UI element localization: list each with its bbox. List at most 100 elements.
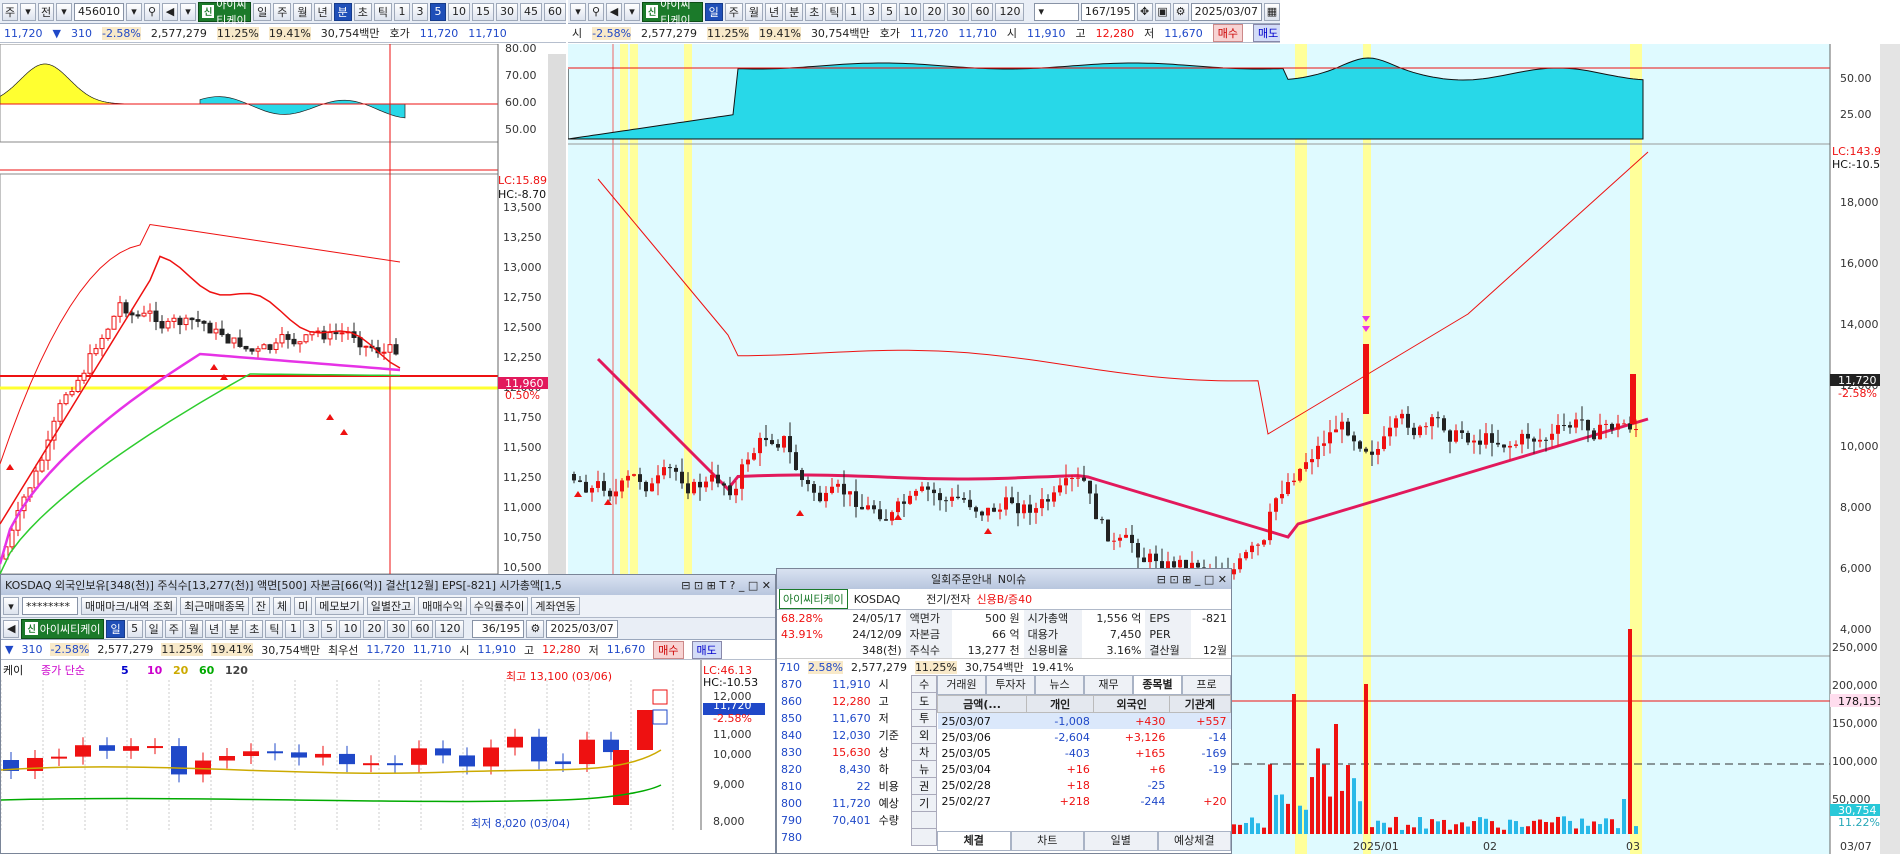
order-book-row[interactable]: 820 8,430 하 뉴	[777, 760, 937, 778]
chevron-down-icon[interactable]: ▾	[180, 2, 196, 21]
bottom-tab-0[interactable]: 체결	[937, 831, 1011, 851]
interval-5[interactable]: 30	[496, 2, 518, 21]
date-input[interactable]: 2025/03/07	[546, 619, 618, 638]
chevron-down-icon[interactable]: ▾	[126, 2, 142, 21]
password-field[interactable]: ********	[22, 597, 78, 615]
flow-header[interactable]: 외국인	[1093, 695, 1170, 713]
mid-button-4[interactable]: 미	[294, 597, 313, 615]
order-book-row[interactable]: 870 11,910 시 수	[777, 675, 937, 693]
flow-header[interactable]: 금액(...	[937, 695, 1027, 713]
bottom-tab-1[interactable]: 차트	[1010, 831, 1084, 851]
period-1[interactable]: 주	[273, 2, 292, 21]
mid-button-0[interactable]: 매매마크/내역 조회	[81, 597, 178, 615]
flow-row[interactable]: 25/03/07 -1,008 +430 +557	[937, 712, 1231, 729]
order-book-row[interactable]: 860 12,280 고 도	[777, 692, 937, 710]
interval-3[interactable]: 10	[448, 2, 470, 21]
interval-7[interactable]: 60	[544, 2, 566, 21]
buy-button[interactable]: 매수	[653, 640, 684, 659]
flow-row[interactable]: 25/03/05 -403 +165 -169	[938, 745, 1231, 761]
speaker-icon[interactable]: ◀	[162, 2, 178, 21]
gear-icon[interactable]: ⚙	[526, 619, 545, 638]
bar-counter[interactable]: 167/195	[1080, 2, 1135, 21]
sell-button[interactable]: 매도	[1253, 24, 1280, 42]
mini-candle-chart[interactable]: 케이 종가 단순 5 10 20 60 120 LC:46.13HC:-10.5312,000…	[1, 660, 775, 830]
flow-row[interactable]: 25/02/28 +18 -25	[938, 777, 1231, 793]
gear-icon[interactable]: ⚙	[1172, 2, 1189, 21]
flow-row[interactable]: 25/02/27 +218 -244 +20	[938, 793, 1231, 809]
interval-0[interactable]: 1	[285, 619, 302, 638]
interval-6[interactable]: 60	[971, 2, 994, 21]
left-minute-chart[interactable]: 80.00 70.00 60.00 50.00 13,500 13,250 13,000 12…	[0, 44, 566, 574]
mode-select[interactable]: 전	[38, 2, 54, 21]
flow-row[interactable]: 25/03/04 +16 +6 -19	[938, 761, 1231, 777]
interval-5[interactable]: 30	[947, 2, 970, 21]
speaker-icon[interactable]: ◀	[3, 619, 20, 638]
mid-button-7[interactable]: 매매수익	[418, 597, 467, 615]
period-5[interactable]: 초	[805, 2, 824, 21]
interval-3[interactable]: 10	[899, 2, 922, 21]
mid-button-5[interactable]: 메모보기	[315, 597, 364, 615]
period-2[interactable]: 월	[744, 2, 763, 21]
period-day[interactable]: 일	[106, 619, 125, 638]
period-3[interactable]: 년	[204, 619, 224, 638]
order-book-row[interactable]: 810 22 비용 권	[777, 777, 937, 795]
bottom-tab-3[interactable]: 예상체결	[1157, 831, 1231, 851]
interval-4[interactable]: 20	[923, 2, 946, 21]
period-combo[interactable]: ▾	[1034, 2, 1079, 21]
flow-header[interactable]: 기관계	[1168, 695, 1232, 713]
flow-tab-3[interactable]: 재무	[1084, 675, 1133, 695]
period-5[interactable]: 초	[353, 2, 372, 21]
window-controls[interactable]: ⊟ ⊡ ⊞ T ? _ □ ✕	[681, 579, 771, 592]
order-book-row[interactable]: 780	[777, 828, 937, 846]
period-2[interactable]: 월	[184, 619, 203, 638]
interval-2[interactable]: 5	[430, 2, 446, 21]
dropdown-icon[interactable]: ▾	[20, 2, 36, 21]
flow-tab-4[interactable]: 종목별	[1133, 675, 1182, 695]
interval-0[interactable]: 1	[394, 2, 410, 21]
save-icon[interactable]: ▣	[1154, 2, 1171, 21]
flow-tab-1[interactable]: 투자자	[986, 675, 1035, 695]
period-6[interactable]: 틱	[265, 619, 284, 638]
flow-header[interactable]: 개인	[1025, 695, 1095, 713]
order-book-row[interactable]: 800 11,720 예상 기	[777, 794, 937, 812]
mid-button-3[interactable]: 체	[273, 597, 292, 615]
flow-tab-5[interactable]: 프로	[1182, 675, 1231, 695]
issue-label[interactable]: N이슈	[998, 571, 1026, 587]
period-1[interactable]: 주	[164, 619, 183, 638]
mid-button-2[interactable]: 잔	[251, 597, 271, 615]
mid-button-6[interactable]: 일별잔고	[366, 597, 416, 615]
period-0[interactable]: 일	[144, 619, 163, 638]
crosshair-icon[interactable]: ✥	[1136, 2, 1153, 21]
period-6[interactable]: 틱	[373, 2, 392, 21]
search-icon[interactable]: ⚲	[588, 2, 604, 21]
chevron-down-icon[interactable]: ▾	[570, 2, 586, 21]
flow-tab-2[interactable]: 뉴스	[1035, 675, 1084, 695]
sell-button[interactable]: 매도	[691, 640, 722, 659]
order-book-row[interactable]: 840 12,030 기준 외	[777, 726, 937, 744]
period-3[interactable]: 년	[764, 2, 784, 21]
interval-7[interactable]: 120	[995, 2, 1025, 21]
calendar-icon[interactable]: ▦	[1264, 2, 1280, 21]
period-0[interactable]: 일	[253, 2, 272, 21]
interval-0[interactable]: 1	[845, 2, 862, 21]
interval-1[interactable]: 3	[303, 619, 320, 638]
order-book-row[interactable]: 850 11,670 저 투	[777, 709, 937, 727]
chevron-down-icon[interactable]: ▾	[56, 2, 72, 21]
date-input[interactable]: 2025/03/07	[1190, 2, 1262, 21]
interval-2[interactable]: 5	[321, 619, 338, 638]
chevron-down-icon[interactable]: ▾	[624, 2, 640, 21]
bar-counter[interactable]: 36/195	[472, 619, 525, 638]
num-select[interactable]: 5	[126, 619, 143, 638]
stock-code-input[interactable]: 456010	[74, 2, 124, 21]
period-0[interactable]: 일	[704, 2, 723, 21]
dropdown-icon[interactable]: ▾	[3, 597, 19, 615]
speaker-icon[interactable]: ◀	[606, 2, 622, 21]
mid-button-1[interactable]: 최근매매종목	[180, 597, 249, 615]
mid-button-8[interactable]: 수익률추이	[469, 597, 529, 615]
search-icon[interactable]: ⚲	[144, 2, 160, 21]
period-6[interactable]: 틱	[825, 2, 844, 21]
interval-6[interactable]: 60	[411, 619, 434, 638]
scrollbar[interactable]	[1880, 44, 1900, 854]
interval-1[interactable]: 3	[412, 2, 428, 21]
market-select[interactable]: 주	[2, 2, 18, 21]
